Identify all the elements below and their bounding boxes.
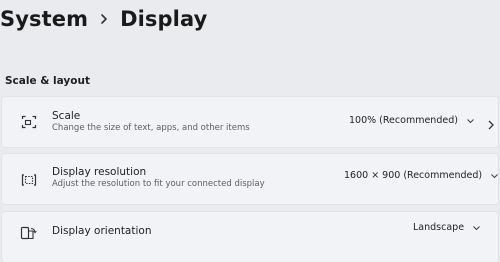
resolution-description: Adjust the resolution to fit your connec…	[52, 179, 265, 189]
scale-description: Change the size of text, apps, and other…	[52, 123, 250, 133]
resolution-dropdown-value: 1600 × 900 (Recommended)	[344, 170, 483, 181]
scale-icon	[19, 113, 39, 131]
orientation-setting-row: Display orientation Landscape	[2, 212, 498, 262]
resolution-setting-row: Display resolution Adjust the resolution…	[2, 154, 498, 204]
resolution-icon	[19, 171, 39, 189]
scale-setting-row[interactable]: Scale Change the size of text, apps, and…	[2, 97, 498, 147]
breadcrumb-chevron-icon	[88, 2, 120, 36]
scale-dropdown[interactable]: 100% (Recommended)	[349, 115, 475, 126]
orientation-dropdown[interactable]: Landscape	[413, 222, 481, 233]
orientation-title: Display orientation	[52, 225, 152, 237]
chevron-down-icon	[467, 118, 474, 123]
resolution-dropdown[interactable]: 1600 × 900 (Recommended)	[344, 170, 499, 181]
resolution-title: Display resolution	[52, 166, 147, 178]
page-title: Display	[120, 7, 208, 31]
scale-dropdown-value: 100% (Recommended)	[349, 115, 458, 126]
chevron-right-icon[interactable]	[486, 116, 498, 130]
section-title: Scale & layout	[5, 75, 90, 87]
breadcrumb-system[interactable]: System	[0, 7, 88, 31]
chevron-down-icon	[491, 173, 498, 178]
orientation-dropdown-value: Landscape	[413, 222, 465, 233]
breadcrumb: System Display	[0, 2, 207, 36]
scale-title: Scale	[52, 110, 81, 122]
orientation-icon	[19, 224, 39, 242]
chevron-down-icon	[473, 225, 480, 230]
